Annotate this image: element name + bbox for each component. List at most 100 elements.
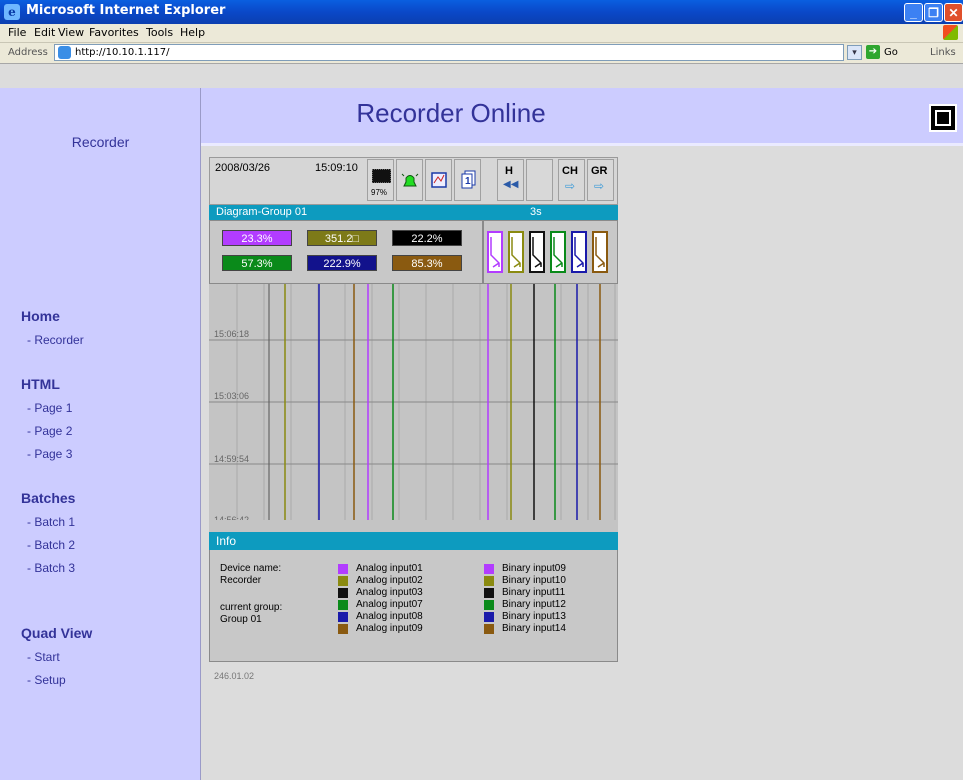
legend-swatch [338,576,348,586]
legend-swatch [338,600,348,610]
value-channel-1: 23.3% [222,230,292,246]
menu-file[interactable]: File [8,26,26,39]
pen-indicator [550,231,566,273]
page-icon [58,46,71,59]
legend-swatch [484,588,494,598]
address-bar: Address http://10.10.1.117/ ▾ ➔ Go Links [0,43,963,64]
go-arrow-icon[interactable]: ➔ [866,45,880,59]
legend-swatch [484,624,494,634]
status-date: 2008/03/26 [215,162,271,174]
group-button[interactable]: GR ⇨ [587,159,614,201]
diagram-icon [431,172,447,188]
menu-bar [0,24,963,43]
nav-item-setup[interactable]: - Setup [27,673,66,687]
version-text: 246.01.02 [214,671,255,681]
legend-analog-input: Analog input01 [356,563,423,574]
legend-analog-input: Analog input08 [356,611,423,622]
menu-favorites[interactable]: Favorites [89,26,139,39]
links-button[interactable]: Links [930,47,956,58]
time-label-3: 14:59:54 [214,454,250,464]
pen-indicator [487,231,503,273]
nav-heading-quad-view[interactable]: Quad View [21,625,92,641]
rewind-icon: ◀◀ [503,179,519,190]
history-button[interactable]: H ◀◀ [497,159,524,201]
menu-tools[interactable]: Tools [146,26,173,39]
pen-indicator [592,231,608,273]
address-url: http://10.10.1.117/ [75,47,170,58]
nav-heading-html[interactable]: HTML [21,376,60,392]
channel-label: CH [562,165,578,177]
page-select-button[interactable]: 1 [454,159,481,201]
alarm-bell-icon [401,173,419,187]
legend-swatch [338,612,348,622]
nav-item-page-2[interactable]: - Page 2 [27,424,72,438]
legend-swatch [484,564,494,574]
current-group-label: current group: [220,602,283,613]
minimize-button[interactable]: _ [904,3,923,22]
window-title: Microsoft Internet Explorer [26,3,226,18]
nav-item-page-1[interactable]: - Page 1 [27,401,72,415]
close-button[interactable]: ✕ [944,3,963,22]
internet-explorer-icon: e [4,4,20,20]
address-input[interactable]: http://10.10.1.117/ [54,44,844,61]
value-channel-4: 57.3% [222,255,292,271]
time-label-1: 15:06:18 [214,329,250,339]
value-channel-5: 222.9% [307,255,377,271]
memory-chip-icon [372,169,391,183]
blank-button[interactable] [526,159,553,201]
address-dropdown-button[interactable]: ▾ [847,45,862,60]
diagram-button[interactable] [425,159,452,201]
legend-swatch [484,600,494,610]
status-time: 15:09:10 [315,162,358,174]
menu-edit[interactable]: Edit [34,26,55,39]
time-label-4: 14:56:42 [214,515,250,520]
legend-analog-input: Analog input03 [356,587,423,598]
current-group: Group 01 [220,614,262,625]
legend-analog-input: Analog input02 [356,575,423,586]
nav-item-batch-2[interactable]: - Batch 2 [27,538,75,552]
value-channel-2: 351.2□ [307,230,377,246]
trend-chart [209,284,618,520]
nav-item-start[interactable]: - Start [27,650,60,664]
group-interval: 3s [530,206,542,218]
nav-item-page-3[interactable]: - Page 3 [27,447,72,461]
legend-binary-input: Binary input14 [502,623,566,634]
group-arrow-icon: ⇨ [594,179,605,193]
value-channel-6: 85.3% [392,255,462,271]
time-label-2: 15:03:06 [214,391,250,401]
legend-swatch [338,588,348,598]
alarm-button[interactable] [396,159,423,201]
channel-arrow-icon: ⇨ [565,179,576,193]
pen-indicator [571,231,587,273]
group-label: GR [591,165,608,177]
maximize-button[interactable]: ❐ [924,3,943,22]
fullscreen-button[interactable] [929,104,957,132]
info-title: Info [216,534,237,548]
nav-heading-batches[interactable]: Batches [21,490,75,506]
menu-help[interactable]: Help [180,26,205,39]
page-number: 1 [465,176,471,187]
sidebar-title: Recorder [71,134,130,150]
windows-logo-icon [943,25,958,40]
menu-view[interactable]: View [58,26,84,39]
legend-swatch [338,624,348,634]
window-title-bar: e Microsoft Internet Explorer [0,0,963,24]
nav-item-recorder[interactable]: - Recorder [27,333,84,347]
legend-binary-input: Binary input10 [502,575,566,586]
legend-analog-input: Analog input07 [356,599,423,610]
channel-button[interactable]: CH ⇨ [558,159,585,201]
info-bar [209,532,618,550]
legend-swatch [338,564,348,574]
nav-item-batch-3[interactable]: - Batch 3 [27,561,75,575]
page-title: Recorder Online [356,98,546,128]
nav-item-batch-1[interactable]: - Batch 1 [27,515,75,529]
memory-button[interactable]: 97% [367,159,394,201]
device-name: Recorder [220,575,262,586]
legend-binary-input: Binary input09 [502,563,566,574]
address-label: Address [8,47,48,58]
legend-swatch [484,612,494,622]
go-button[interactable]: Go [884,47,898,58]
pen-indicator [529,231,545,273]
nav-heading-home[interactable]: Home [21,308,60,324]
memory-percent: 97% [371,188,388,197]
